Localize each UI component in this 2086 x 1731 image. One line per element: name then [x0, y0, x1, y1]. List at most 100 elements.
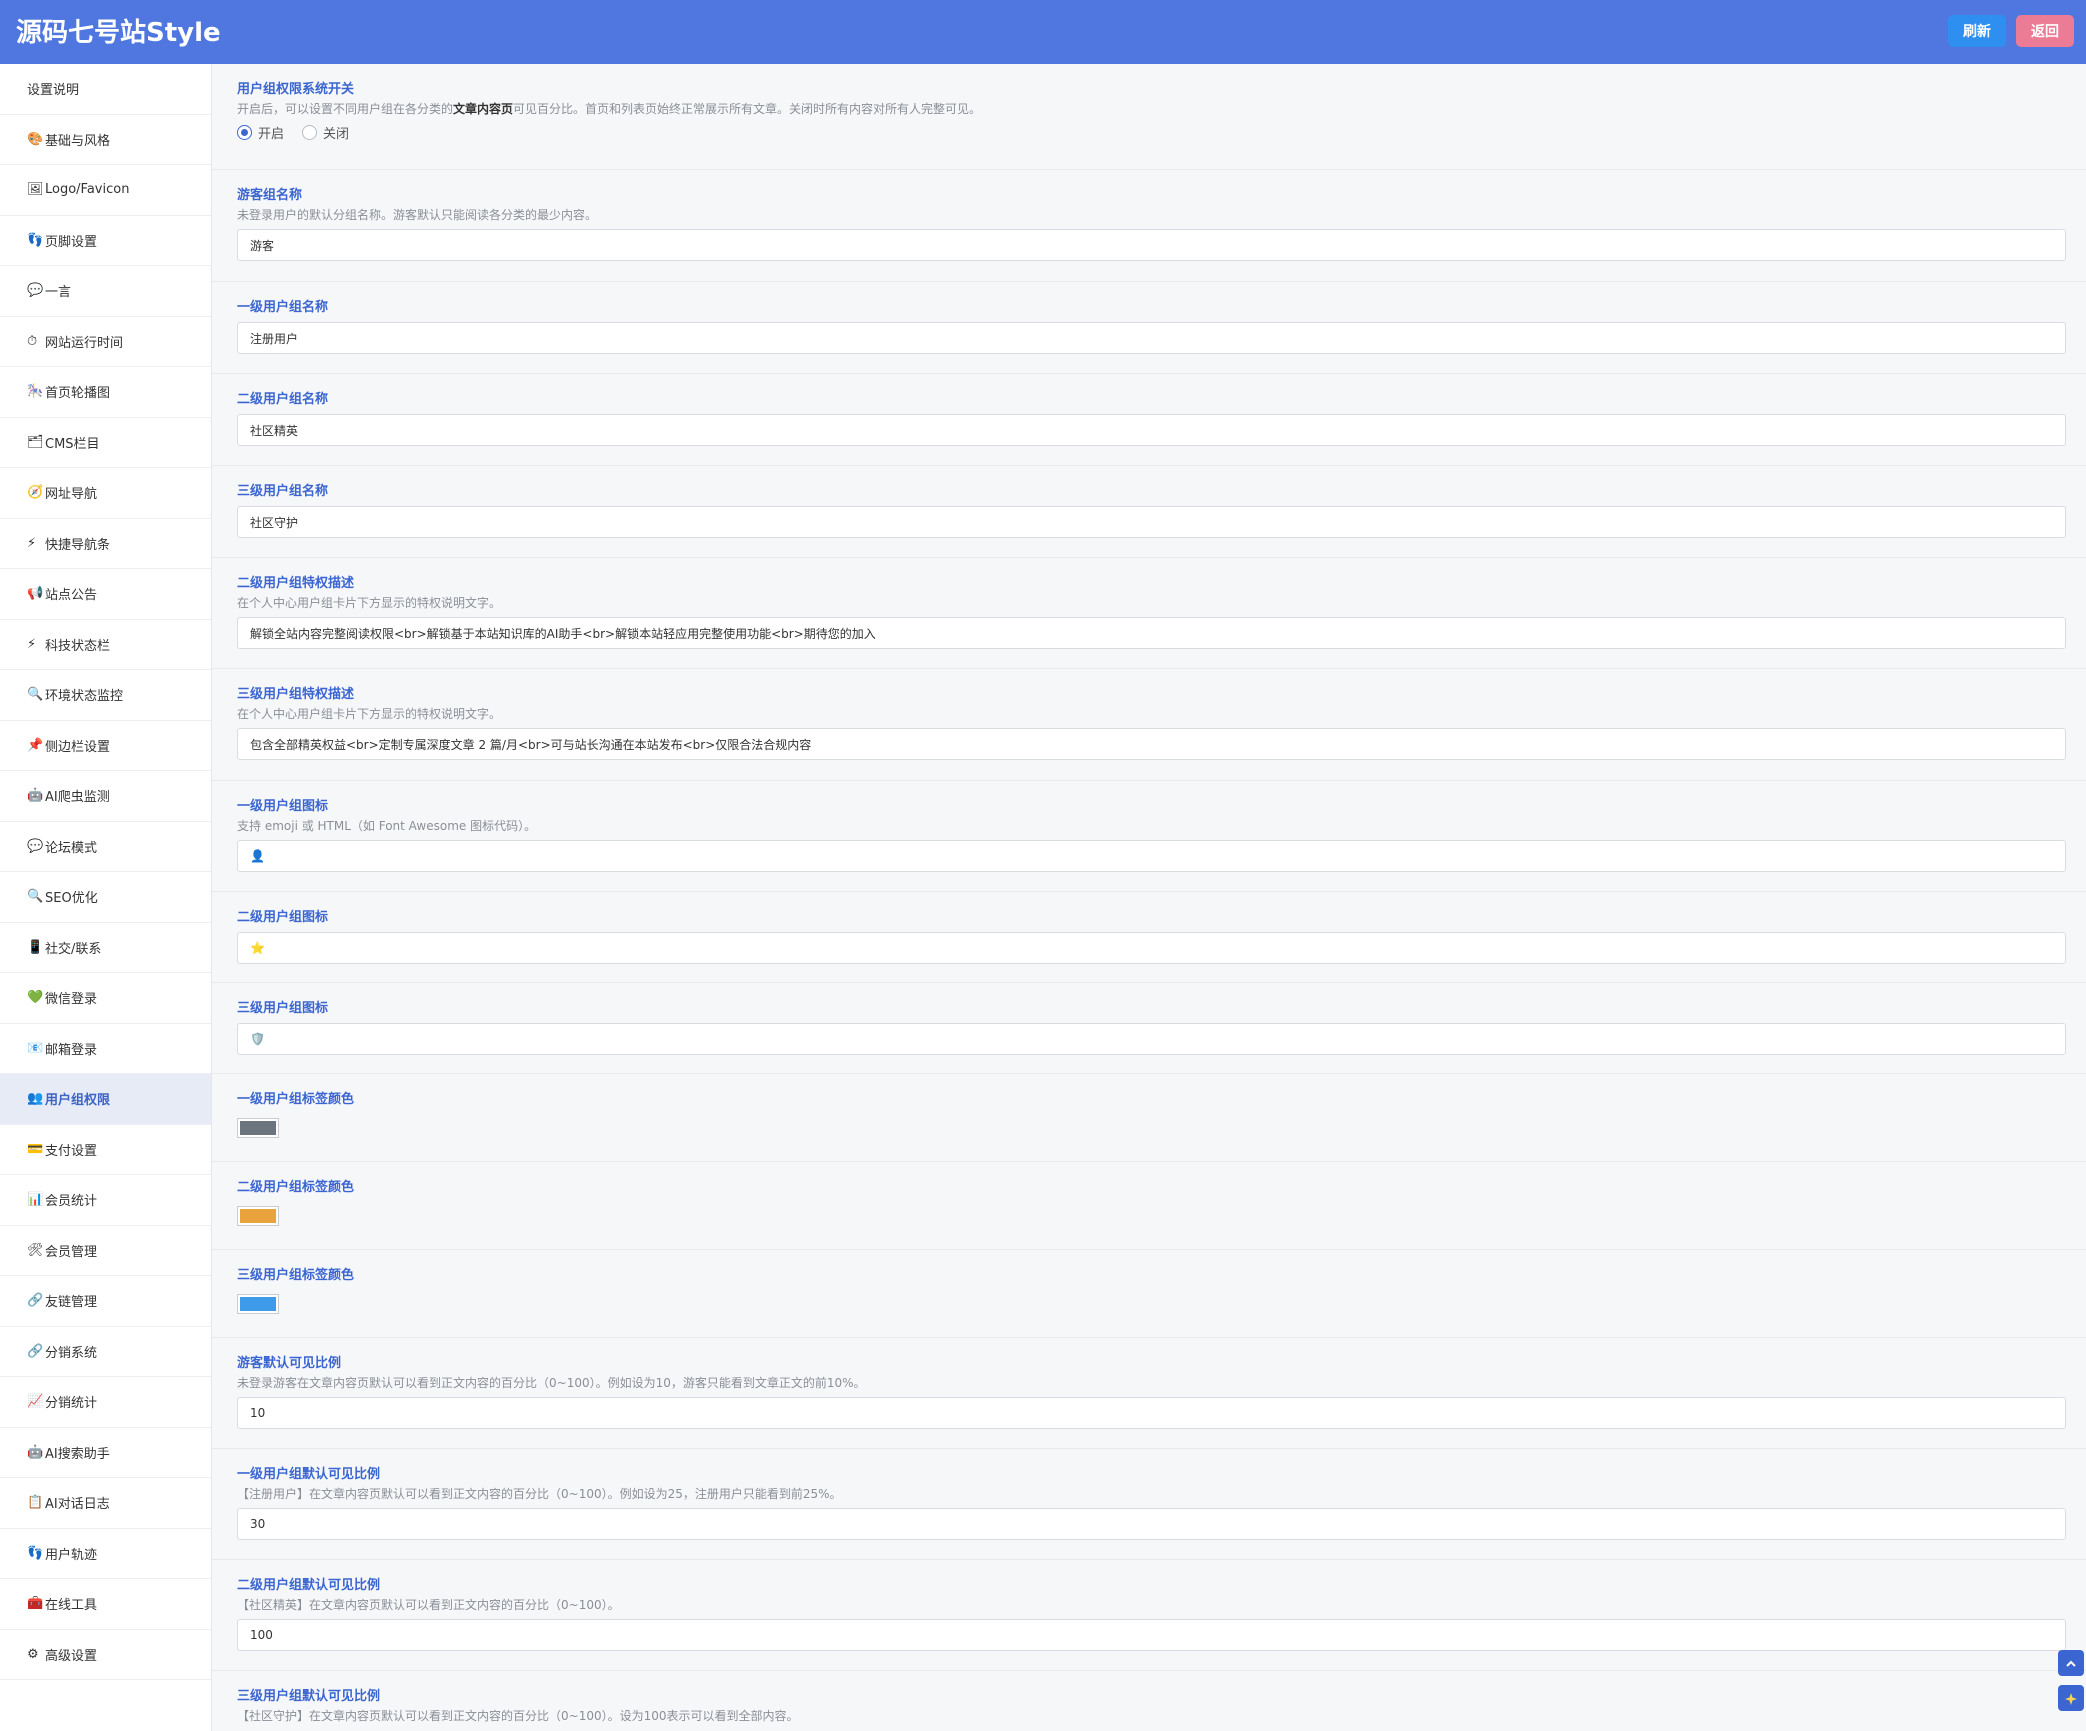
- sidebar-item-icon: 🔗: [27, 1293, 44, 1309]
- field-permission-switch: 用户组权限系统开关 开启后，可以设置不同用户组在各分类的文章内容页可见百分比。首…: [212, 64, 2086, 170]
- sidebar-item[interactable]: ⏱ 网站运行时间: [0, 317, 211, 367]
- sidebar-item-label: 网站运行时间: [45, 335, 124, 351]
- sidebar-item[interactable]: ⚙ 高级设置: [0, 1630, 211, 1680]
- chevron-up-icon[interactable]: [2058, 1650, 2084, 1676]
- level3-icon-input[interactable]: [237, 1023, 2066, 1055]
- site-title: 源码七号站Style: [16, 18, 221, 48]
- sidebar-item[interactable]: 👣 页脚设置: [0, 216, 211, 266]
- radio-group: 开启 关闭: [237, 123, 2066, 142]
- level2-ratio-input[interactable]: [237, 1619, 2066, 1651]
- level2-name-input[interactable]: [237, 414, 2066, 446]
- sidebar-item-icon: 📋: [27, 1495, 44, 1511]
- guest-ratio-input[interactable]: [237, 1397, 2066, 1429]
- sidebar-item[interactable]: 📈 分销统计: [0, 1377, 211, 1428]
- sidebar-item-label: 论坛模式: [45, 840, 98, 856]
- sidebar-item[interactable]: 🧰 在线工具: [0, 1579, 211, 1630]
- level1-icon-input[interactable]: [237, 840, 2066, 872]
- sidebar-item[interactable]: 👣 用户轨迹: [0, 1529, 211, 1579]
- sidebar-item-label: 高级设置: [45, 1648, 98, 1664]
- sidebar-item-label: 微信登录: [45, 992, 98, 1008]
- field-description: 【注册用户】在文章内容页默认可以看到正文内容的百分比（0~100）。例如设为25…: [237, 1487, 842, 1501]
- sidebar-item[interactable]: 🎠 首页轮播图: [0, 367, 211, 418]
- sidebar-item-label: SEO优化: [45, 891, 98, 907]
- sidebar-item-icon: 🗂: [27, 434, 44, 450]
- field-level3-icon: 三级用户组图标: [212, 983, 2086, 1074]
- sidebar-item-label: 用户轨迹: [45, 1547, 98, 1563]
- sidebar-item[interactable]: ⚡ 科技状态栏: [0, 620, 211, 670]
- field-level1-name: 一级用户组名称: [212, 282, 2086, 374]
- radio-off[interactable]: [302, 125, 318, 140]
- sidebar-item-icon: 👥: [27, 1091, 44, 1107]
- field-level2-icon: 二级用户组图标: [212, 892, 2086, 983]
- sidebar-item-icon: 🔗: [27, 1343, 44, 1359]
- sidebar-item-icon: 💳: [27, 1141, 44, 1157]
- field-title: 三级用户组图标: [237, 1001, 329, 1016]
- sidebar-item[interactable]: 🗂 CMS栏目: [0, 418, 211, 468]
- sidebar-item-label: 站点公告: [45, 588, 98, 604]
- sidebar-item[interactable]: 🎨 基础与风格: [0, 115, 211, 165]
- sidebar-item-label: 会员统计: [45, 1194, 98, 1210]
- sidebar-item-icon: 💚: [27, 990, 44, 1006]
- sidebar-item[interactable]: 🛠 会员管理: [0, 1226, 211, 1276]
- sidebar-item[interactable]: 📊 会员统计: [0, 1175, 211, 1226]
- level2-desc-input[interactable]: [237, 617, 2066, 649]
- sidebar-item[interactable]: 💚 微信登录: [0, 973, 211, 1024]
- sidebar-item-icon: 💬: [27, 283, 44, 299]
- sidebar-item[interactable]: 👥 用户组权限: [0, 1074, 211, 1125]
- field-title: 用户组权限系统开关: [237, 82, 355, 97]
- sidebar-item-icon: 🔍: [27, 687, 44, 703]
- back-button[interactable]: 返回: [2016, 15, 2074, 47]
- sidebar-item[interactable]: 📧 邮箱登录: [0, 1024, 211, 1074]
- sidebar-item[interactable]: 💳 支付设置: [0, 1125, 211, 1175]
- field-title: 二级用户组默认可见比例: [237, 1578, 381, 1593]
- sidebar-item[interactable]: 📢 站点公告: [0, 569, 211, 620]
- sidebar-item[interactable]: 🤖 AI搜索助手: [0, 1428, 211, 1478]
- sidebar-item[interactable]: 💬 一言: [0, 266, 211, 317]
- level3-name-input[interactable]: [237, 506, 2066, 538]
- sidebar-item[interactable]: 📋 AI对话日志: [0, 1478, 211, 1529]
- sidebar-item[interactable]: 📌 侧边栏设置: [0, 721, 211, 771]
- sidebar-item[interactable]: 🔗 友链管理: [0, 1276, 211, 1327]
- sidebar-item[interactable]: 🤖 AI爬虫监测: [0, 771, 211, 822]
- sidebar-item[interactable]: 📱 社交/联系: [0, 923, 211, 973]
- color-picker[interactable]: [237, 1206, 279, 1226]
- sidebar-item-icon: 📈: [27, 1394, 44, 1410]
- level1-ratio-input[interactable]: [237, 1508, 2066, 1540]
- sidebar-item-label: AI爬虫监测: [45, 790, 110, 806]
- sidebar-item[interactable]: 🔗 分销系统: [0, 1327, 211, 1377]
- level3-desc-input[interactable]: [237, 728, 2066, 760]
- refresh-button[interactable]: 刷新: [1948, 15, 2006, 47]
- sidebar-item[interactable]: 🧭 网址导航: [0, 468, 211, 519]
- guest-name-input[interactable]: [237, 229, 2066, 261]
- sidebar-item-icon: 📢: [27, 586, 44, 602]
- level1-name-input[interactable]: [237, 322, 2066, 354]
- sidebar-item-icon: ⚙: [27, 1646, 39, 1662]
- sidebar-item-icon: ⚡: [27, 636, 37, 652]
- sidebar-item-label: AI搜索助手: [45, 1446, 110, 1462]
- sidebar-item-icon: 📊: [27, 1192, 44, 1208]
- sidebar-item-icon: 🎨: [27, 131, 44, 147]
- color-picker[interactable]: [237, 1294, 279, 1314]
- field-level3-color: 三级用户组标签颜色: [212, 1250, 2086, 1338]
- sidebar-item[interactable]: 🔍 SEO优化: [0, 872, 211, 923]
- sidebar-item-icon: 💬: [27, 838, 44, 854]
- field-level2-name: 二级用户组名称: [212, 374, 2086, 466]
- sidebar-item[interactable]: 设置说明: [0, 64, 211, 115]
- color-picker[interactable]: [237, 1118, 279, 1138]
- level2-icon-input[interactable]: [237, 932, 2066, 964]
- radio-on[interactable]: [237, 125, 252, 140]
- settings-panel: 用户组权限系统开关 开启后，可以设置不同用户组在各分类的文章内容页可见百分比。首…: [212, 64, 2086, 1731]
- field-level2-desc: 二级用户组特权描述 在个人中心用户组卡片下方显示的特权说明文字。: [212, 558, 2086, 669]
- field-title: 一级用户组标签颜色: [237, 1092, 355, 1107]
- sidebar-item-icon: 🧰: [27, 1596, 44, 1612]
- field-title: 二级用户组图标: [237, 910, 329, 925]
- sidebar-item[interactable]: 🔍 环境状态监控: [0, 670, 211, 721]
- sidebar-item-label: 设置说明: [27, 83, 80, 99]
- sidebar-item[interactable]: 🖼 Logo/Favicon: [0, 165, 211, 216]
- sidebar-item-icon: 👣: [27, 1545, 44, 1561]
- sidebar-item[interactable]: 💬 论坛模式: [0, 822, 211, 872]
- sparkle-icon[interactable]: [2058, 1685, 2084, 1711]
- field-level3-desc: 三级用户组特权描述 在个人中心用户组卡片下方显示的特权说明文字。: [212, 669, 2086, 781]
- sidebar-item-label: 快捷导航条: [45, 537, 111, 553]
- sidebar-item[interactable]: ⚡ 快捷导航条: [0, 519, 211, 569]
